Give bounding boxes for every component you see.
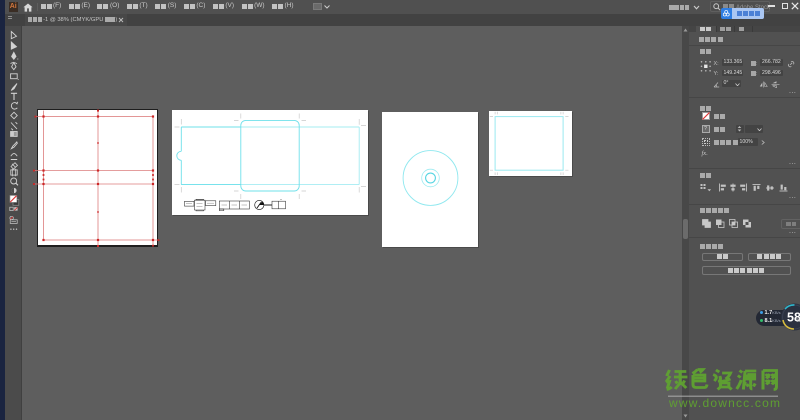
svg-text:%: % <box>796 318 800 324</box>
svg-text:www.downcc.com: www.downcc.com <box>668 396 781 410</box>
